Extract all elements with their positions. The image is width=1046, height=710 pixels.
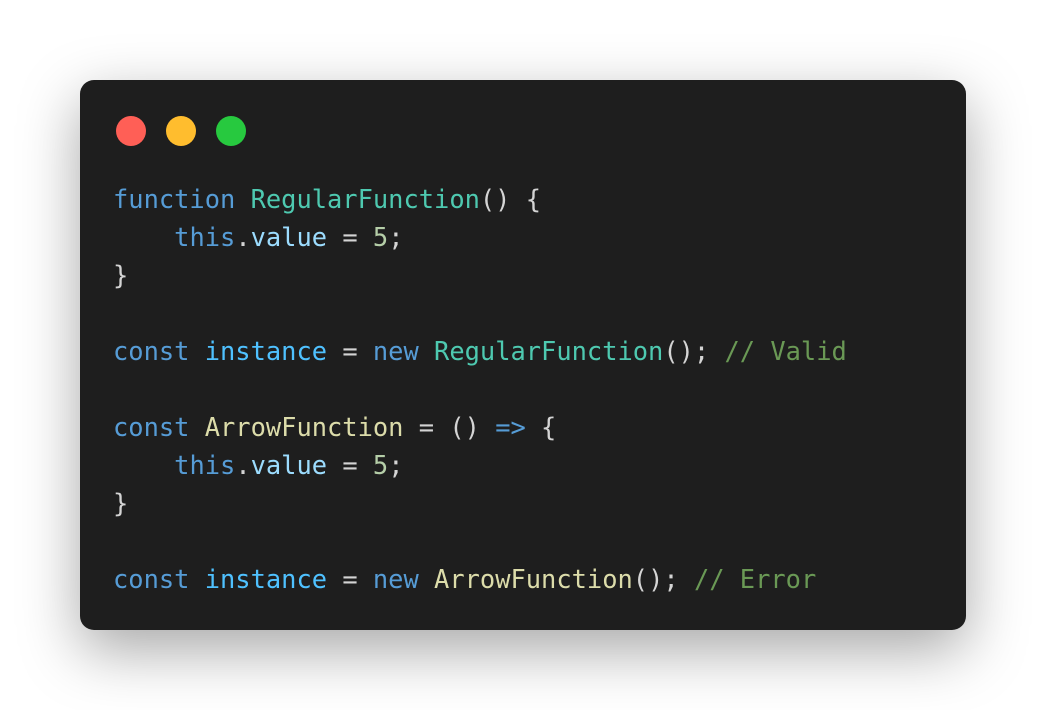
code-token-const: instance	[204, 564, 328, 594]
code-token-plain: =	[327, 336, 373, 366]
code-token-var: value	[250, 222, 328, 252]
code-token-keyword: function	[113, 184, 236, 214]
code-token-keyword: new	[372, 564, 419, 594]
code-token-plain: ;	[388, 222, 404, 252]
code-token-keyword: const	[113, 336, 190, 366]
maximize-dot-icon	[216, 116, 246, 146]
code-token-comment: // Error	[693, 564, 817, 594]
close-dot-icon	[116, 116, 146, 146]
code-token-keyword: const	[113, 564, 190, 594]
code-token-keyword: this	[174, 450, 236, 480]
code-token-keyword: =>	[495, 412, 526, 442]
code-token-plain: =	[327, 222, 373, 252]
minimize-dot-icon	[166, 116, 196, 146]
code-line: }	[113, 256, 847, 294]
code-token-const: instance	[204, 336, 328, 366]
code-token-plain: =	[327, 450, 373, 480]
code-token-plain: }	[113, 488, 129, 518]
code-token-plain: ;	[388, 450, 404, 480]
code-line: const instance = new RegularFunction(); …	[113, 332, 847, 370]
code-line: function RegularFunction() {	[113, 180, 847, 218]
code-line: }	[113, 484, 847, 522]
code-token-plain: }	[113, 260, 129, 290]
code-token-var: value	[250, 450, 328, 480]
code-line: const instance = new ArrowFunction(); //…	[113, 560, 847, 598]
code-token-plain: .	[235, 450, 251, 480]
code-token-plain: ();	[663, 336, 725, 366]
code-line: const ArrowFunction = () => {	[113, 408, 847, 446]
code-token-class: RegularFunction	[250, 184, 480, 214]
code-token-keyword: const	[113, 412, 190, 442]
code-token-number: 5	[372, 450, 389, 480]
code-token-keyword: this	[174, 222, 236, 252]
code-token-plain: () {	[479, 184, 542, 214]
code-token-comment: // Valid	[724, 336, 847, 366]
code-token-plain: {	[525, 412, 557, 442]
code-token-plain: ();	[632, 564, 694, 594]
code-token-number: 5	[372, 222, 389, 252]
code-block: function RegularFunction() { this.value …	[113, 180, 847, 598]
code-token-plain: = ()	[403, 412, 496, 442]
code-token-func: ArrowFunction	[434, 564, 633, 594]
code-line: this.value = 5;	[113, 218, 847, 256]
code-window: function RegularFunction() { this.value …	[80, 80, 966, 630]
code-token-keyword: new	[372, 336, 419, 366]
code-token-plain: .	[235, 222, 251, 252]
code-line: this.value = 5;	[113, 446, 847, 484]
code-token-plain: =	[327, 564, 373, 594]
code-token-class: RegularFunction	[434, 336, 664, 366]
code-token-func: ArrowFunction	[204, 412, 404, 442]
